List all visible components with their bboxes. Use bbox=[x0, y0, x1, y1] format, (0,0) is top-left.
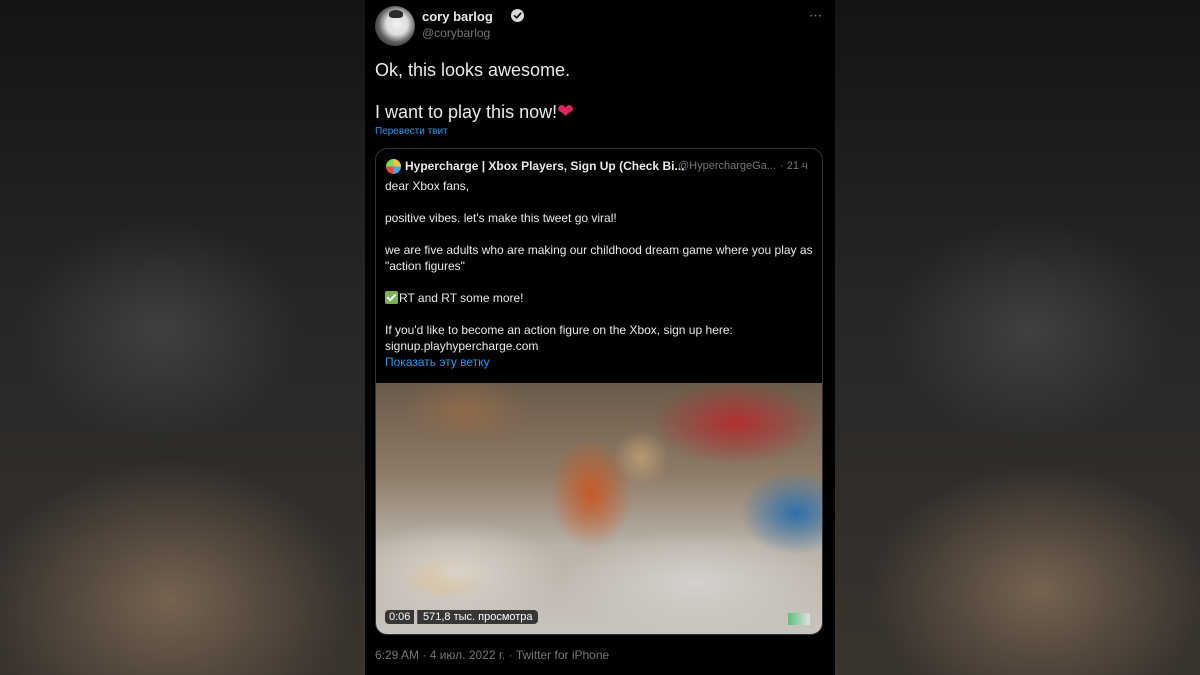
quoted-author-handle: @HyperchargeGa... bbox=[678, 160, 776, 172]
author-handle[interactable]: @corybarlog bbox=[422, 26, 490, 40]
tweet-metadata: 6:29 AM · 4 июл. 2022 г. · Twitter for i… bbox=[375, 648, 609, 662]
quoted-author-avatar bbox=[386, 159, 401, 174]
heart-emoji-icon: ❤ bbox=[557, 101, 574, 123]
quoted-body-link[interactable]: signup.playhypercharge.com bbox=[385, 338, 815, 354]
quoted-body-line: RT and RT some more! bbox=[399, 291, 524, 305]
quoted-body-line: dear Xbox fans, bbox=[385, 179, 470, 193]
tweet-text-line-2: I want to play this now!❤ bbox=[375, 101, 825, 123]
author-avatar[interactable] bbox=[375, 6, 415, 46]
author-name[interactable]: cory barlog bbox=[422, 9, 493, 24]
meta-separator: · bbox=[422, 648, 427, 662]
quoted-author-name: Hypercharge | Xbox Players, Sign Up (Che… bbox=[405, 159, 685, 173]
quoted-body-line: we are five adults who are making our ch… bbox=[385, 243, 813, 273]
quoted-tweet[interactable]: Hypercharge | Xbox Players, Sign Up (Che… bbox=[375, 148, 823, 635]
verified-badge-icon bbox=[511, 9, 524, 22]
video-thumbnail-corner bbox=[788, 613, 810, 625]
video-view-count: 571,8 тыс. просмотра bbox=[417, 610, 538, 624]
show-thread-link[interactable]: Показать эту ветку bbox=[385, 355, 490, 369]
quoted-timestamp: · 21 ч bbox=[780, 160, 808, 172]
quoted-body-line: positive vibes. let's make this tweet go… bbox=[385, 211, 617, 225]
check-mark-emoji-icon bbox=[385, 291, 398, 304]
quoted-body-line: If you'd like to become an action figure… bbox=[385, 323, 733, 337]
tweet-text: Ok, this looks awesome. I want to play t… bbox=[375, 57, 825, 123]
tweet-text-line-1: Ok, this looks awesome. bbox=[375, 60, 571, 80]
video-player[interactable]: 0:06 571,8 тыс. просмотра bbox=[376, 383, 822, 634]
quoted-tweet-body: dear Xbox fans, positive vibes. let's ma… bbox=[385, 178, 815, 354]
tweet-text-line-2-text: I want to play this now! bbox=[375, 102, 558, 122]
video-duration: 0:06 bbox=[385, 610, 415, 624]
tweet-source-link[interactable]: Twitter for iPhone bbox=[516, 648, 609, 662]
quoted-body-rt-line: RT and RT some more! bbox=[385, 290, 815, 306]
meta-separator: · bbox=[508, 648, 513, 662]
more-options-icon[interactable]: ··· bbox=[805, 8, 825, 24]
tweet-card: cory barlog @corybarlog ··· Ok, this loo… bbox=[365, 0, 835, 675]
tweet-time[interactable]: 6:29 AM bbox=[375, 648, 419, 662]
translate-tweet-link[interactable]: Перевести твит bbox=[375, 126, 448, 137]
tweet-date[interactable]: 4 июл. 2022 г. bbox=[430, 648, 505, 662]
